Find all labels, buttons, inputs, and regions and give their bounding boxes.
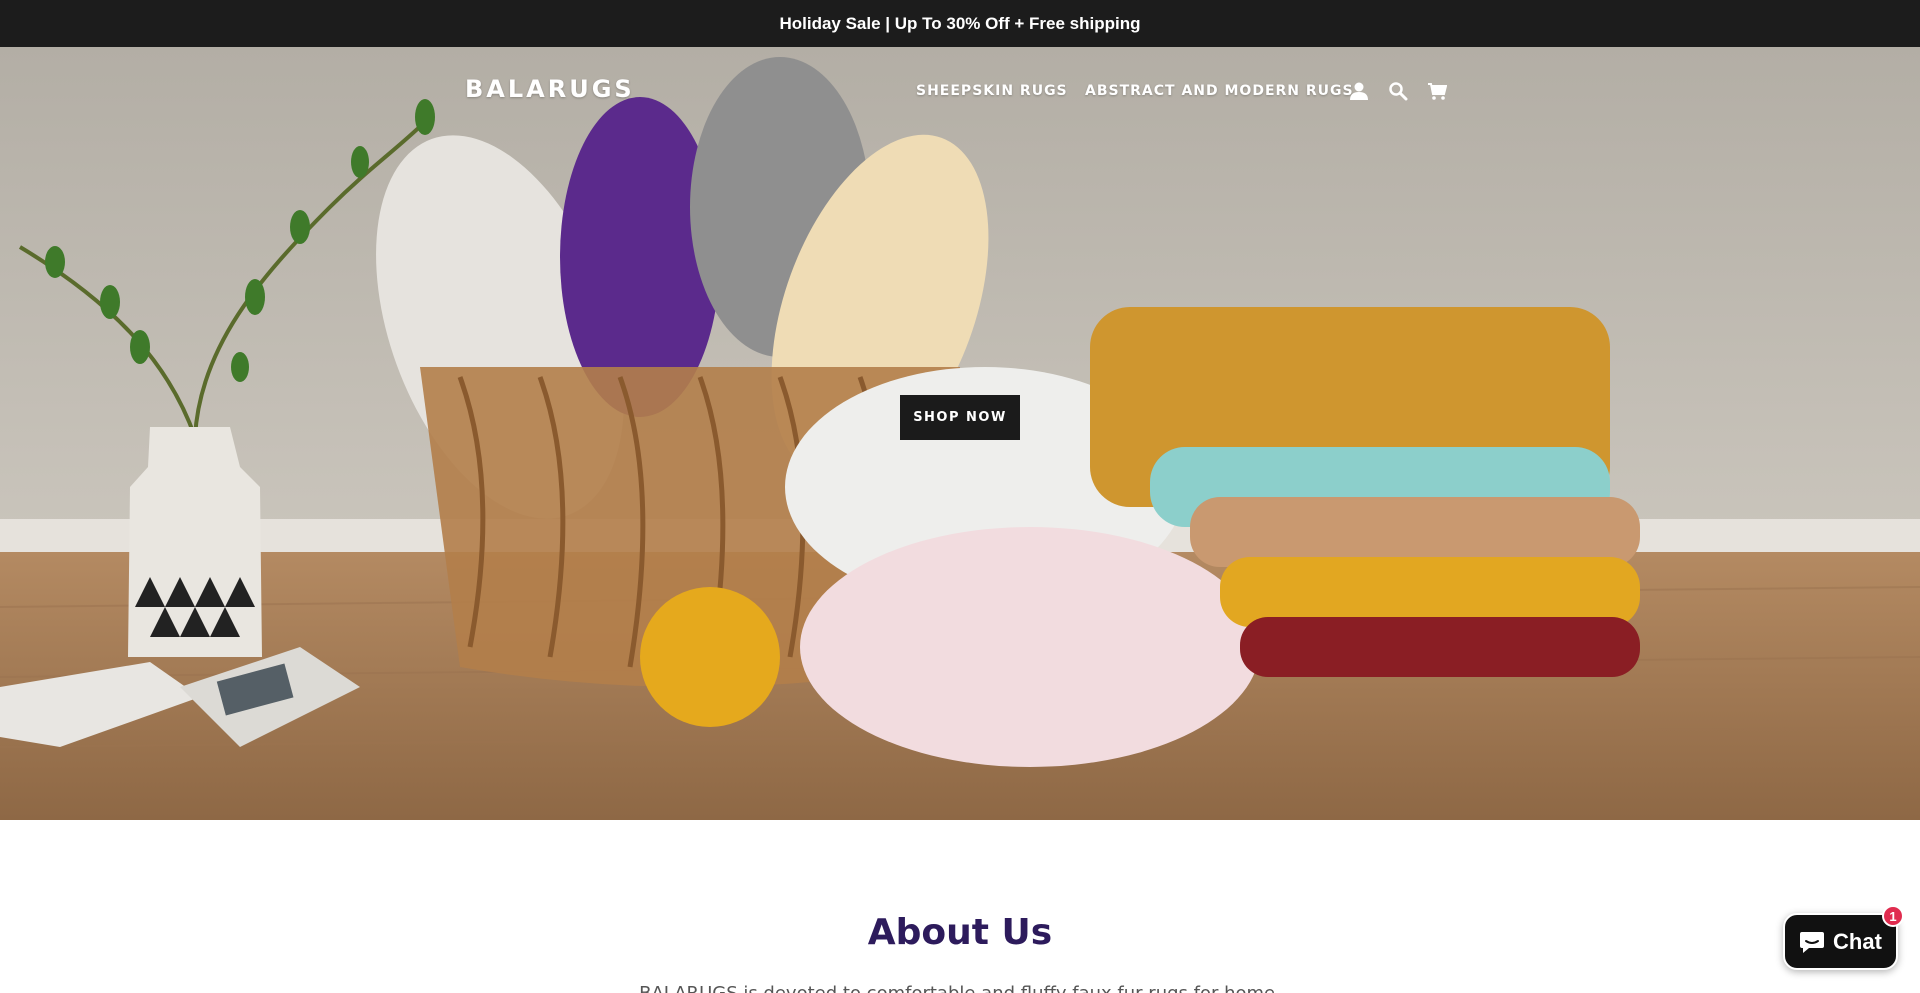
shop-now-button[interactable]: SHOP NOW <box>900 395 1020 440</box>
cart-icon[interactable] <box>1425 79 1449 103</box>
chat-unread-badge: 1 <box>1882 905 1904 927</box>
chat-button[interactable]: Chat <box>1783 913 1898 970</box>
announcement-bar: Holiday Sale | Up To 30% Off + Free ship… <box>0 0 1920 47</box>
nav-item-sheepskin-rugs[interactable]: SHEEPSKIN RUGS <box>916 83 1068 99</box>
nav-item-abstract-modern-rugs[interactable]: ABSTRACT AND MODERN RUGS <box>1085 83 1354 99</box>
announcement-text: Holiday Sale | Up To 30% Off + Free ship… <box>779 13 1141 33</box>
nav-link-label[interactable]: ABSTRACT AND MODERN RUGS <box>1085 83 1354 99</box>
account-icon[interactable] <box>1347 79 1371 103</box>
chat-bubble-icon <box>1800 931 1825 953</box>
site-logo[interactable]: BALARUGS <box>465 75 635 103</box>
search-icon[interactable] <box>1386 79 1410 103</box>
about-text: BALARUGS is devoted to comfortable and f… <box>0 983 1920 993</box>
nav-link-label[interactable]: SHEEPSKIN RUGS <box>916 83 1068 99</box>
site-header: BALARUGS SHEEPSKIN RUGS ABSTRACT AND MOD… <box>0 47 1920 135</box>
about-title: About Us <box>867 912 1053 953</box>
chat-label: Chat <box>1833 928 1882 954</box>
